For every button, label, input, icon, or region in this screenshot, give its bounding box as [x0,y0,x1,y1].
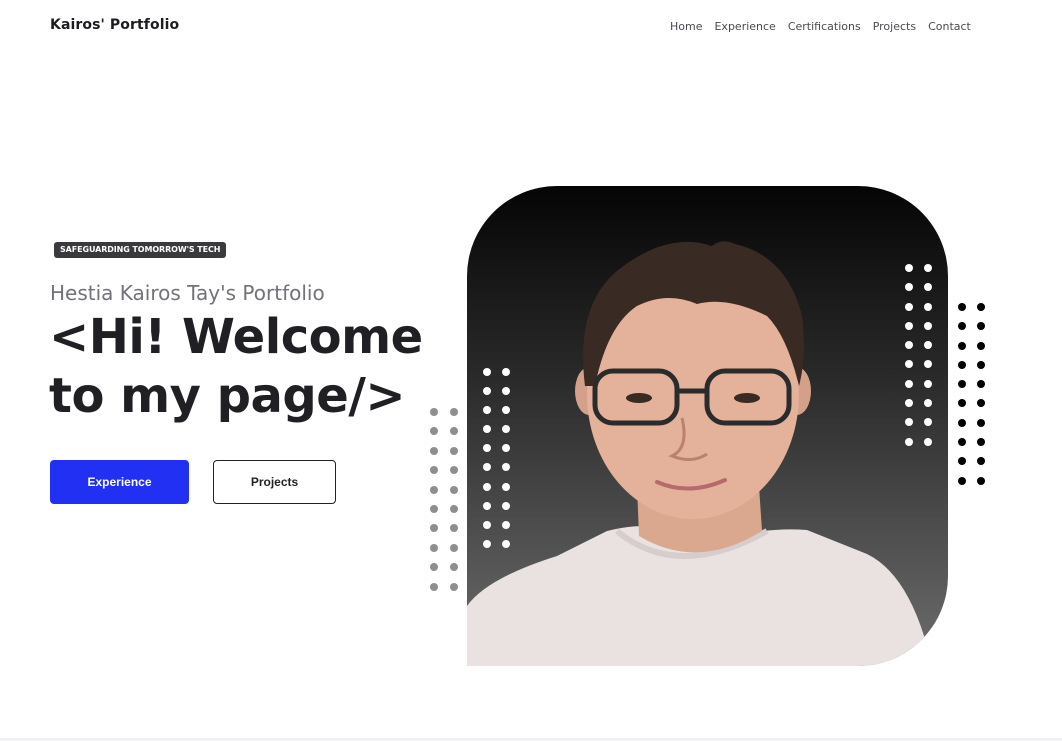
nav-contact[interactable]: Contact [928,20,971,33]
dot-grid-gray [430,408,458,591]
nav-home[interactable]: Home [670,20,702,33]
main-nav: Home Experience Certifications Projects … [670,20,971,33]
nav-certifications[interactable]: Certifications [788,20,861,33]
nav-experience[interactable]: Experience [714,20,775,33]
brand-logo[interactable]: Kairos' Portfolio [50,17,179,33]
experience-button[interactable]: Experience [50,460,189,504]
profile-photo-card [467,186,948,666]
hero-subtitle: Hestia Kairos Tay's Portfolio [50,281,325,305]
dot-grid-white-left [483,368,510,548]
dot-grid-black [958,303,985,485]
projects-button[interactable]: Projects [213,460,336,504]
hero-tag: SAFEGUARDING TOMORROW'S TECH [54,242,227,258]
hero-headline: <Hi! Welcome to my page/> [49,309,423,424]
nav-projects[interactable]: Projects [873,20,916,33]
dot-grid-white-right [905,264,932,446]
profile-portrait [467,241,932,666]
page: Kairos' Portfolio Home Experience Certif… [0,0,1062,741]
